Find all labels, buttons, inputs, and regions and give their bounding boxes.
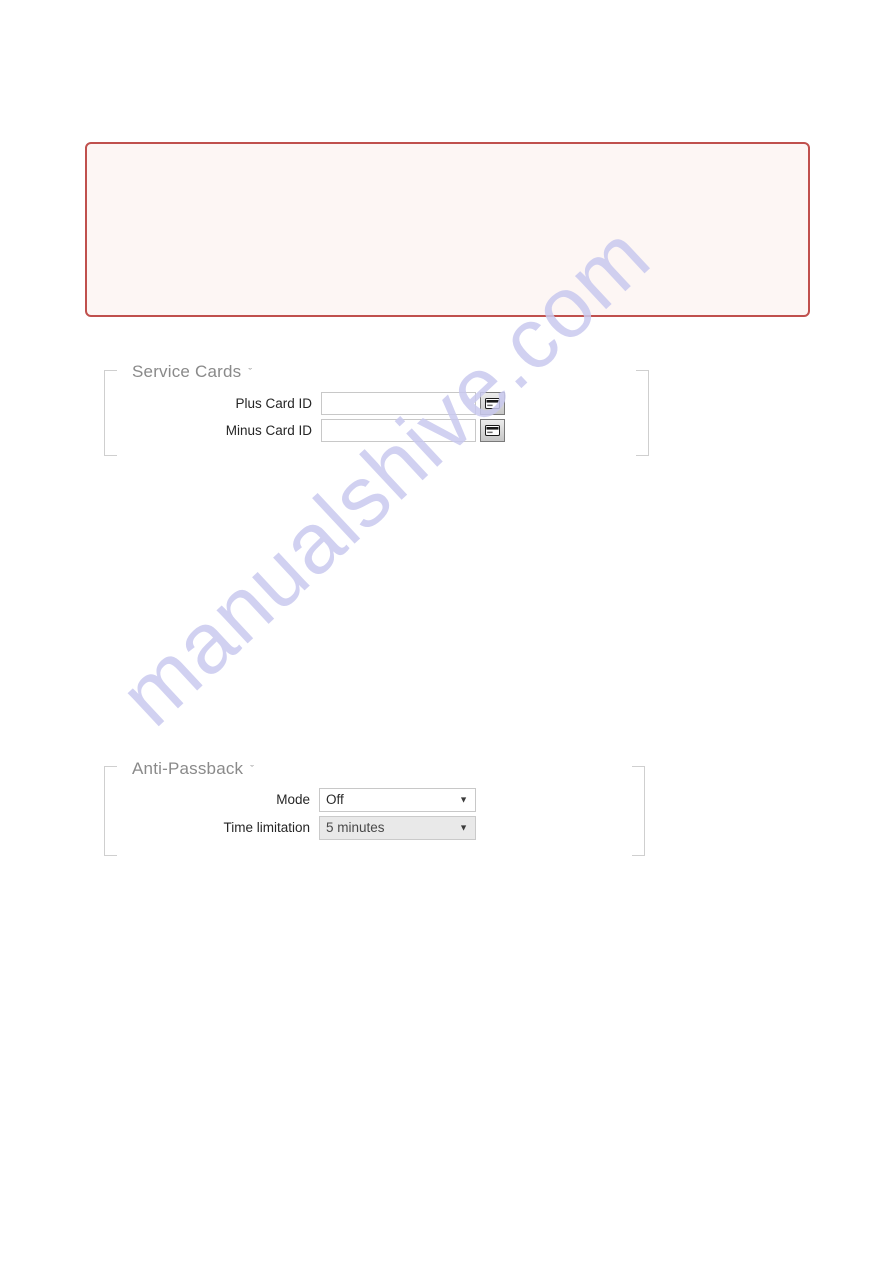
note-callout-box [85,142,810,317]
section-bracket-right [632,766,645,856]
label-minus-card-id: Minus Card ID [225,422,312,438]
section-header-anti-passback[interactable]: Anti-Passback ˇ [132,759,254,779]
time-limitation-select[interactable]: 5 minutes ▼ [319,816,476,840]
form-row-minus-card-id: Minus Card ID [134,419,505,442]
document-page: Service Cards ˇ Plus Card ID Minus Card … [0,0,893,1263]
section-bracket-left [104,766,117,856]
section-service-cards: Service Cards ˇ Plus Card ID Minus Card … [104,362,649,462]
chevron-down-icon[interactable]: ˇ [248,367,252,379]
form-row-mode: Mode Off ▼ [132,788,476,812]
note-callout-text [87,144,808,172]
label-plus-card-id: Plus Card ID [235,395,312,411]
form-row-time-limitation: Time limitation 5 minutes ▼ [132,816,476,840]
label-time-limitation: Time limitation [223,820,310,836]
chevron-down-icon: ▼ [459,822,468,833]
mode-select-value: Off [326,792,344,808]
card-reader-icon [485,398,500,409]
minus-card-id-input[interactable] [321,419,476,442]
section-bracket-right [636,370,649,456]
mode-select[interactable]: Off ▼ [319,788,476,812]
section-anti-passback: Anti-Passback ˇ Mode Off ▼ Time limitati… [104,759,645,859]
service-cards-form: Plus Card ID Minus Card ID [134,392,505,446]
time-limitation-select-value: 5 minutes [326,820,385,836]
chevron-down-icon: ▼ [459,794,468,805]
label-mode: Mode [276,792,310,808]
section-bracket-left [104,370,117,456]
form-row-plus-card-id: Plus Card ID [134,392,505,415]
plus-card-id-input[interactable] [321,392,476,415]
section-title-service-cards: Service Cards [132,362,242,381]
minus-card-read-button[interactable] [480,419,505,442]
section-header-service-cards[interactable]: Service Cards ˇ [132,362,252,382]
chevron-down-icon[interactable]: ˇ [250,764,254,776]
card-reader-icon [485,425,500,436]
section-title-anti-passback: Anti-Passback [132,759,244,778]
anti-passback-form: Mode Off ▼ Time limitation 5 minutes ▼ [132,788,476,844]
plus-card-read-button[interactable] [480,392,505,415]
